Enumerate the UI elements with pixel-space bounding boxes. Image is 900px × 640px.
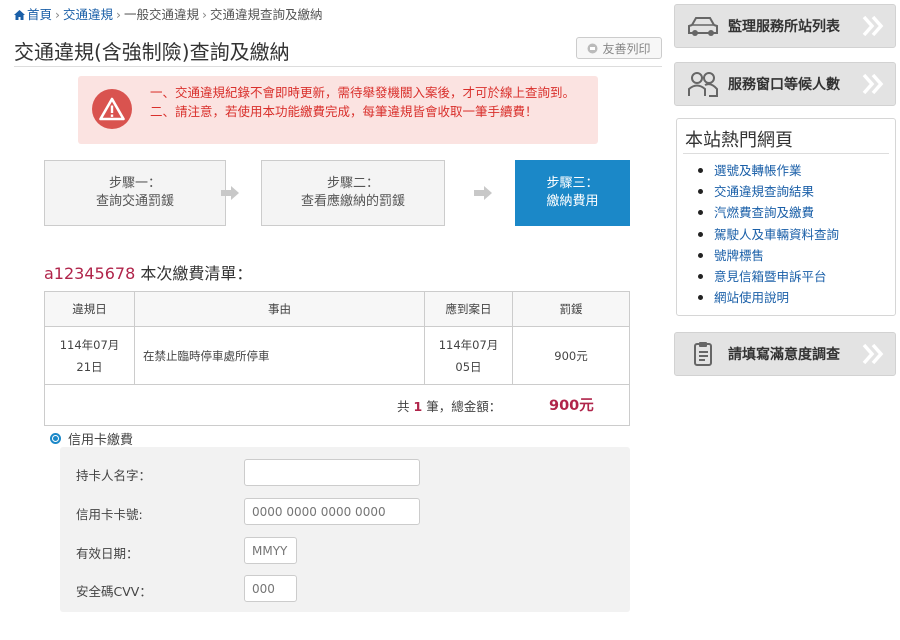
bullet-icon [698,210,703,216]
cvv-label: 安全碼CVV： [76,584,152,599]
page-title: 交通違規(含強制險)查詢及繳納 [14,40,290,64]
expiry-label: 有效日期： [76,546,139,561]
cell-fine: 900元 [512,326,630,385]
cell-violation-date: 114年07月21日 [44,326,135,385]
total-row: 共 1 筆，總金額： 900元 [44,384,630,426]
cardholder-label: 持卡人名字： [76,468,152,483]
breadcrumb-home-link[interactable]: 首頁 [27,7,52,22]
cell-due-date: 114年07月05日 [424,326,513,385]
arrow-right-icon [474,186,492,200]
popular-link-label: 意見信箱暨申訴平台 [714,269,827,285]
table-header-row: 違規日 事由 應到案日 罰鍰 [44,291,630,327]
bullet-icon [698,252,703,258]
step-2: 步驟二： 查看應繳納的罰鍰 [261,160,445,226]
waiting-count-button[interactable]: 服務窗口等候人數 [674,62,896,106]
bullet-icon [698,189,703,195]
credit-card-form: 持卡人名字： 信用卡卡號: 有效日期： 安全碼CVV： [60,447,630,612]
popular-pages-panel: 本站熱門網頁 選號及轉帳作業 交通違規查詢結果 汽燃費查詢及繳費 駕駛人及車輛資… [676,118,896,316]
total-prefix: 共 [397,399,410,414]
popular-link-label: 交通違規查詢結果 [714,184,815,200]
col-fine: 罰鍰 [512,291,630,327]
step-2-label: 查看應繳納的罰鍰 [300,194,405,209]
warning-line-2: 二、請注意，若使用本功能繳費完成，每筆違規皆會收取一筆手續費！ [150,104,538,119]
credit-card-radio[interactable]: 信用卡繳費 [50,429,133,448]
breadcrumb-current: 交通違規查詢及繳納 [210,7,323,22]
step-3-title: 步驟三： [546,176,599,191]
popular-link-usage-guide[interactable]: 網站使用說明 [698,287,839,308]
survey-label: 請填寫滿意度調查 [728,347,840,363]
payment-list-title: a12345678 本次繳費清單： [44,260,252,284]
popular-link-label: 號牌標售 [714,247,765,263]
table-row: 114年07月21日 在禁止臨時停車處所停車 114年07月05日 900元 [44,326,630,385]
popular-link-plate-auction[interactable]: 號牌標售 [698,245,839,266]
popular-link-fuel-fee[interactable]: 汽燃費查詢及繳費 [698,202,839,223]
warning-icon [92,89,132,129]
station-list-label: 監理服務所站列表 [728,19,840,35]
total-amount: 900元 [549,398,594,414]
popular-link-feedback[interactable]: 意見信箱暨申訴平台 [698,266,839,287]
step-3-active: 步驟三： 繳納費用 [515,160,630,226]
breadcrumb-separator: › [55,7,61,22]
popular-link-label: 選號及轉帳作業 [714,163,802,178]
fee-table: 違規日 事由 應到案日 罰鍰 114年07月21日 在禁止臨時停車處所停車 11… [44,291,630,385]
step-1-label: 查詢交通罰鍰 [95,194,174,209]
bullet-icon [698,274,703,280]
step-1: 步驟一： 查詢交通罰鍰 [44,160,226,226]
popular-link-plate-selection[interactable]: 選號及轉帳作業 [698,160,839,181]
survey-button[interactable]: 請填寫滿意度調查 [674,332,896,376]
step-1-title: 步驟一： [108,176,161,191]
popular-link-driver-vehicle-query[interactable]: 駕駛人及車輛資料查詢 [698,224,839,245]
arrow-right-icon [221,186,239,200]
print-icon [587,43,598,53]
breadcrumb-traffic-violation-link[interactable]: 交通違規 [63,7,113,22]
double-chevron-right-icon [862,343,884,365]
popular-link-violation-results[interactable]: 交通違規查詢結果 [698,181,839,202]
col-reason: 事由 [134,291,425,327]
print-button[interactable]: 友善列印 [576,37,662,59]
cardholder-name-input[interactable] [244,459,420,486]
breadcrumb-general-violation: 一般交通違規 [124,7,200,22]
double-chevron-right-icon [862,15,884,37]
breadcrumb-separator: › [202,7,208,22]
card-number-label: 信用卡卡號: [76,507,143,522]
double-chevron-right-icon [862,73,884,95]
popular-link-label: 汽燃費查詢及繳費 [714,205,815,221]
cell-reason: 在禁止臨時停車處所停車 [134,326,425,385]
total-label: 共 1 筆，總金額： [397,396,501,415]
clipboard-icon [686,341,720,367]
home-icon [14,10,25,20]
popular-link-label: 駕駛人及車輛資料查詢 [714,226,840,242]
cvv-input[interactable] [244,575,297,602]
print-button-label: 友善列印 [602,41,651,56]
title-divider [14,66,662,67]
popular-pages-list: 選號及轉帳作業 交通違規查詢結果 汽燃費查詢及繳費 駕駛人及車輛資料查詢 號牌標… [698,160,839,308]
popular-link-label: 網站使用說明 [714,290,790,306]
station-list-button[interactable]: 監理服務所站列表 [674,4,896,48]
expiry-input[interactable] [244,537,297,564]
people-icon [686,71,720,97]
credit-card-radio-label: 信用卡繳費 [68,433,134,448]
total-count: 1 [413,399,423,414]
total-suffix: 筆，總金額： [426,399,502,414]
popular-pages-title: 本站熱門網頁 [685,130,793,151]
waiting-count-label: 服務窗口等候人數 [728,77,840,93]
col-due-date: 應到案日 [424,291,513,327]
bullet-icon [698,295,703,301]
license-id: a12345678 [44,264,136,283]
warning-text: 一、交通違規紀錄不會即時更新，需待舉發機關入案後，才可於線上查詢到。 二、請注意… [150,83,594,121]
popular-pages-divider [683,153,889,154]
payment-list-label: 本次繳費清單： [135,264,253,283]
breadcrumb-separator: › [116,7,122,22]
bullet-icon [698,231,703,237]
warning-line-1: 一、交通違規紀錄不會即時更新，需待舉發機關入案後，才可於線上查詢到。 [150,85,576,100]
warning-banner: 一、交通違規紀錄不會即時更新，需待舉發機關入案後，才可於線上查詢到。 二、請注意… [78,76,598,144]
car-icon [686,13,720,39]
step-3-label: 繳納費用 [546,194,599,209]
bullet-icon [698,168,703,173]
radio-selected-icon[interactable] [50,433,61,444]
breadcrumb: 首頁 › 交通違規 › 一般交通違規 › 交通違規查詢及繳納 [14,4,323,23]
step-2-title: 步驟二： [326,176,379,191]
card-number-input[interactable] [244,498,420,525]
col-violation-date: 違規日 [44,291,135,327]
